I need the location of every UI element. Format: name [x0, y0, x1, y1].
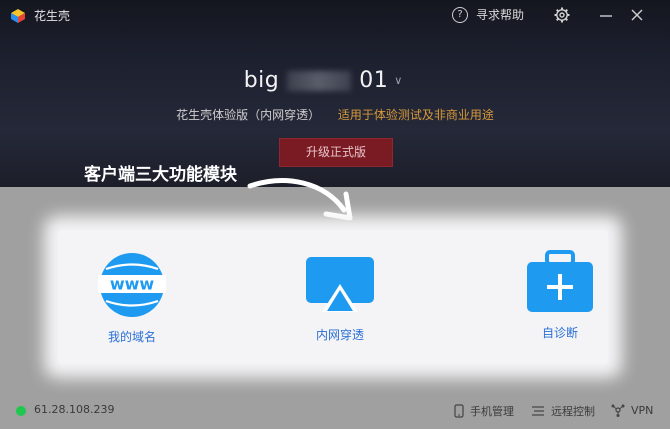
account-name-redacted — [287, 70, 352, 91]
ip-address: 61.28.108.239 — [34, 403, 115, 416]
airplay-icon — [306, 257, 374, 312]
app-logo-icon — [11, 9, 25, 23]
app-window: 花生壳 ? 寻求帮助 big 01 ∨ 花生壳体验版（内网穿透） 适用于体验测试… — [0, 0, 670, 429]
close-icon[interactable] — [628, 6, 646, 24]
annotation-text: 客户端三大功能模块 — [84, 165, 237, 185]
feature-label: 自诊断 — [541, 326, 578, 340]
online-status-icon — [16, 406, 26, 416]
annotation-arrow-icon — [247, 178, 353, 221]
phone-icon — [454, 404, 464, 418]
account-selector[interactable]: big 01 ∨ — [0, 68, 670, 93]
phone-manage-label: 手机管理 — [470, 405, 514, 418]
remote-control-button[interactable]: 远程控制 — [531, 403, 595, 419]
vpn-icon — [611, 404, 625, 417]
remote-control-icon — [532, 406, 544, 416]
phone-manage-button[interactable]: 手机管理 — [454, 403, 514, 419]
vpn-label: VPN — [631, 403, 654, 417]
edition-text: 花生壳体验版（内网穿透） — [176, 108, 321, 122]
account-name-prefix: big — [243, 68, 280, 93]
edition-info: 花生壳体验版（内网穿透） 适用于体验测试及非商业用途 — [0, 106, 670, 123]
feature-intranet-penetration[interactable]: 内网穿透 — [294, 256, 386, 343]
help-button[interactable]: ? 寻求帮助 — [452, 6, 524, 23]
help-label: 寻求帮助 — [476, 8, 525, 22]
toolbox-plus-icon — [527, 250, 593, 312]
minimize-icon[interactable] — [597, 6, 615, 24]
feature-my-domain[interactable]: www 我的域名 — [82, 252, 182, 345]
www-globe-icon: www — [98, 253, 166, 317]
feature-panel: www 我的域名 内网穿透 自诊断 — [58, 230, 608, 364]
app-title: 花生壳 — [34, 9, 71, 23]
gear-icon[interactable] — [553, 6, 571, 24]
account-name-suffix: 01 — [359, 68, 389, 93]
feature-self-diagnosis[interactable]: 自诊断 — [518, 250, 602, 341]
remote-control-label: 远程控制 — [551, 405, 595, 418]
feature-label: 内网穿透 — [315, 328, 364, 342]
vpn-button[interactable]: VPN — [611, 403, 653, 417]
usage-note[interactable]: 适用于体验测试及非商业用途 — [338, 108, 494, 122]
svg-text:www: www — [110, 275, 155, 294]
upgrade-button[interactable]: 升级正式版 — [279, 138, 393, 167]
feature-label: 我的域名 — [107, 330, 156, 344]
chevron-down-icon: ∨ — [394, 74, 403, 87]
question-icon: ? — [452, 6, 468, 23]
